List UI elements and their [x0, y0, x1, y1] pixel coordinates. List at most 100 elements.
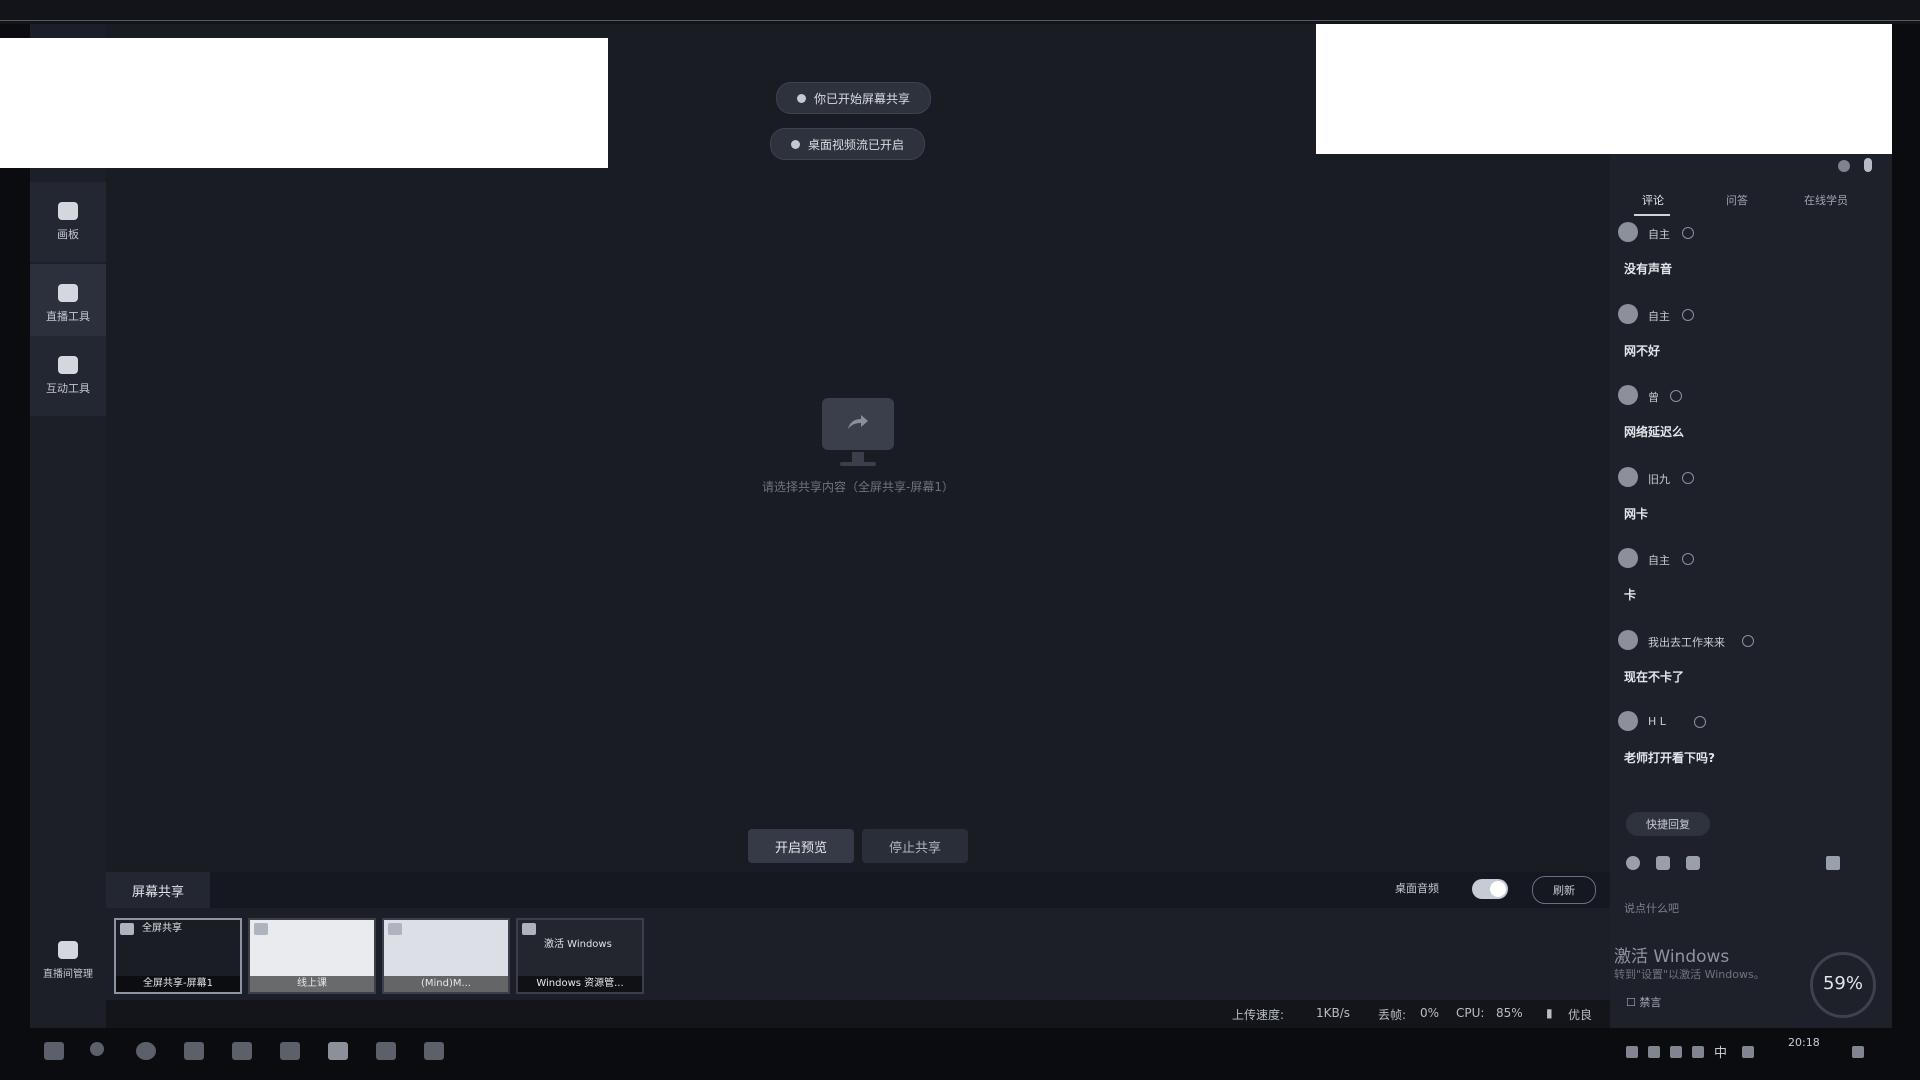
desktop-audio-toggle[interactable]: [1472, 879, 1508, 899]
desktop-audio-label: 桌面音频: [1395, 882, 1439, 895]
volume-icon[interactable]: [1692, 1046, 1704, 1058]
ime-indicator[interactable]: 中: [1714, 1042, 1727, 1061]
avatar: [1618, 385, 1638, 405]
pill-label: 你已开始屏幕共享: [814, 91, 911, 106]
status-ring-icon: [1694, 716, 1706, 728]
thumb-label: (Mind)M...: [384, 976, 508, 992]
rail-item-label: 直播工具: [46, 310, 90, 323]
thumb-label: 线上课: [250, 976, 374, 992]
folder-icon[interactable]: [1686, 856, 1700, 870]
chevron-up-icon[interactable]: [1626, 1046, 1638, 1058]
message-text: 老师打开看下吗?: [1624, 751, 1715, 765]
message-author: 我出去工作来来: [1648, 636, 1725, 649]
monitor-base: [840, 462, 876, 466]
status-ring-icon: [1742, 635, 1754, 647]
avatar: [1618, 222, 1638, 242]
stop-share-button[interactable]: 停止共享: [862, 829, 968, 863]
share-source-window-1[interactable]: 线上课: [248, 918, 376, 994]
status-ring-icon: [1682, 227, 1694, 239]
app-icon[interactable]: [376, 1042, 396, 1060]
emoji-icon[interactable]: [1626, 856, 1640, 870]
share-source-explorer[interactable]: 激活 Windows Windows 资源管...: [516, 918, 644, 994]
app-icon[interactable]: [328, 1042, 348, 1060]
taskbar-clock[interactable]: 20:18: [1788, 1036, 1820, 1049]
folder-icon: [522, 923, 536, 935]
rail-item-interactive-tools[interactable]: 互动工具: [30, 336, 106, 416]
status-ring-icon: [1670, 390, 1682, 402]
drop-label: 丢帧:: [1378, 1008, 1407, 1022]
redaction-block-left: [0, 38, 608, 168]
app-icon[interactable]: [424, 1042, 444, 1060]
palette-icon: [58, 202, 78, 220]
pill-label: 桌面视频流已开启: [808, 137, 905, 152]
thumb-label: 全屏共享-屏幕1: [116, 976, 240, 992]
message-author: 旧九: [1648, 473, 1670, 486]
refresh-label: 刷新: [1553, 884, 1575, 897]
folder-icon[interactable]: [232, 1042, 252, 1060]
rail-item-live-tools[interactable]: 直播工具: [30, 264, 106, 344]
tab-qa[interactable]: 问答: [1726, 192, 1748, 208]
rail-item-room-manage[interactable]: 直播间管理: [30, 920, 106, 1000]
cpu-value: 85%: [1496, 1006, 1523, 1020]
notification-icon[interactable]: [1852, 1046, 1864, 1058]
upload-label: 上传速度:: [1232, 1008, 1285, 1022]
info-icon: [797, 93, 806, 103]
rail-item-label: 直播间管理: [43, 968, 93, 980]
refresh-button[interactable]: 刷新: [1532, 876, 1596, 904]
share-source-window-2[interactable]: (Mind)M...: [382, 918, 510, 994]
rail-item-label: 画板: [57, 228, 79, 241]
app-icon[interactable]: [280, 1042, 300, 1060]
cpu-label: CPU:: [1456, 1006, 1485, 1020]
message-text: 网不好: [1624, 344, 1661, 358]
avatar: [1618, 630, 1638, 650]
keyboard-icon[interactable]: [1742, 1046, 1754, 1058]
windows-start-icon[interactable]: [44, 1042, 64, 1060]
toolbox-icon: [58, 356, 78, 374]
screen-share-icon: [822, 398, 894, 450]
gear-icon[interactable]: [1838, 160, 1850, 172]
toggle-knob: [1490, 881, 1506, 897]
tab-screen-share[interactable]: 屏幕共享: [106, 872, 210, 908]
avatar: [1618, 711, 1638, 731]
image-icon[interactable]: [1656, 856, 1670, 870]
status-ring-icon: [1682, 553, 1694, 565]
message-author: H L: [1648, 715, 1666, 728]
redaction-block-right: [1316, 24, 1892, 154]
quality-value: 优良: [1568, 1008, 1593, 1022]
avatar: [1618, 548, 1638, 568]
performance-gauge: 59%: [1810, 952, 1876, 1018]
thumb-label: Windows 资源管...: [518, 976, 642, 992]
message-text: 网卡: [1624, 507, 1649, 521]
app-icon[interactable]: [184, 1042, 204, 1060]
rail-item-label: 互动工具: [46, 382, 90, 395]
start-preview-button[interactable]: 开启预览: [748, 829, 854, 863]
message-author: 自主: [1648, 554, 1670, 567]
monitor-icon: [58, 284, 78, 302]
settings-icon: [58, 940, 78, 959]
chat-input[interactable]: 说点什么吧: [1624, 900, 1679, 916]
message-text: 没有声音: [1624, 262, 1673, 276]
search-icon[interactable]: [90, 1042, 104, 1056]
mic-icon[interactable]: [1648, 1046, 1660, 1058]
avatar: [1618, 304, 1638, 324]
mute-checkbox[interactable]: ☐ 禁言: [1626, 994, 1661, 1010]
share-tray-header: [106, 872, 1610, 908]
mic-icon[interactable]: [1864, 158, 1872, 172]
message-author: 曾: [1648, 391, 1659, 404]
left-rail: [30, 24, 106, 1056]
upload-value: 1KB/s: [1316, 1006, 1351, 1020]
gauge-value: 59%: [1822, 973, 1863, 994]
message-text: 现在不卡了: [1624, 670, 1685, 684]
network-icon[interactable]: [1670, 1046, 1682, 1058]
share-source-fullscreen[interactable]: 全屏共享 全屏共享-屏幕1: [114, 918, 242, 994]
rail-item-whiteboard[interactable]: 画板: [30, 182, 106, 262]
tab-comments[interactable]: 评论: [1642, 192, 1664, 208]
quick-reply-button[interactable]: 快捷回复: [1626, 812, 1710, 836]
window-icon: [254, 923, 268, 935]
share-caption: 请选择共享内容（全屏共享-屏幕1）: [762, 480, 954, 494]
message-author: 自主: [1648, 228, 1670, 241]
grid-icon[interactable]: [1826, 856, 1840, 870]
tab-online-students[interactable]: 在线学员: [1804, 192, 1848, 208]
avatar: [1618, 467, 1638, 487]
browser-icon[interactable]: [136, 1042, 156, 1060]
